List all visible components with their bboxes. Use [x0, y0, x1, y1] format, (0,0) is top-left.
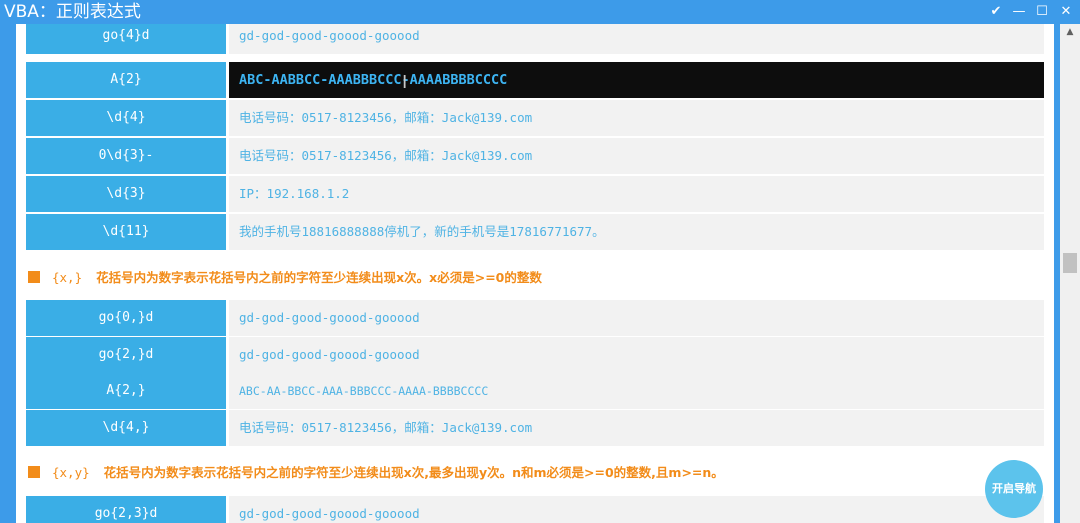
maximize-button[interactable]: ☐ — [1032, 2, 1052, 22]
window-titlebar: VBA：正则表达式 ✔ — ☐ ✕ — [0, 0, 1080, 24]
regex-pattern-cell: \d{3} — [26, 176, 226, 212]
regex-pattern-cell: go{4}d — [26, 24, 226, 54]
sample-text-cell[interactable]: 电话号码：0517-8123456，邮箱：Jack@139.com — [226, 100, 1044, 136]
sample-text-cell[interactable]: 电话号码：0517-8123456，邮箱：Jack@139.com — [226, 410, 1044, 446]
scroll-up-arrow-icon[interactable]: ▲ — [1060, 24, 1080, 40]
section-heading: {x,y} 花括号内为数字表示花括号内之前的字符至少连续出现x次,最多出现y次。n… — [28, 462, 1038, 484]
sample-text-cell[interactable]: 我的手机号18816888888停机了，新的手机号是17816771677。 — [226, 214, 1044, 250]
text-cursor-icon: I — [402, 72, 408, 93]
section-description: 花括号内为数字表示花括号内之前的字符至少连续出现x次,最多出现y次。n和m必须是… — [103, 465, 724, 480]
sample-text-cell[interactable]: gd-god-good-goood-gooood — [226, 300, 1044, 336]
square-bullet-icon — [28, 466, 40, 478]
table-row: go{2,}d gd-god-good-goood-gooood — [26, 337, 1044, 373]
regex-pattern-cell: go{0,}d — [26, 300, 226, 336]
regex-pattern-cell: \d{11} — [26, 214, 226, 250]
content-area: go{4}d gd-god-good-goood-gooood A{2} ABC… — [16, 24, 1054, 523]
sample-text-cell[interactable]: gd-god-good-goood-gooood — [226, 337, 1044, 373]
window-title: VBA：正则表达式 — [4, 2, 141, 22]
section-description: 花括号内为数字表示花括号内之前的字符至少连续出现x次。x必须是>=0的整数 — [96, 270, 542, 285]
table-row: A{2} ABC-AABBCC-AAABBBCCC-AAAABBBBCCCC I — [26, 62, 1044, 98]
regex-pattern-cell: \d{4} — [26, 100, 226, 136]
check-icon[interactable]: ✔ — [986, 2, 1006, 22]
table-row: \d{4,} 电话号码：0517-8123456，邮箱：Jack@139.com — [26, 410, 1044, 446]
regex-pattern-cell: \d{4,} — [26, 410, 226, 446]
vertical-scrollbar[interactable]: ▲ — [1060, 24, 1080, 523]
table-row: go{4}d gd-god-good-goood-gooood — [26, 24, 1044, 54]
table-row: go{2,3}d gd-god-good-goood-gooood — [26, 496, 1044, 523]
section-syntax: {x,} — [52, 270, 83, 285]
sample-text-cell[interactable]: IP：192.168.1.2 — [226, 176, 1044, 212]
regex-pattern-cell: go{2,}d — [26, 337, 226, 373]
sample-text-cell[interactable]: gd-god-good-goood-gooood — [226, 496, 1044, 523]
regex-pattern-cell: A{2} — [26, 62, 226, 98]
table-row: \d{4} 电话号码：0517-8123456，邮箱：Jack@139.com — [26, 100, 1044, 136]
regex-pattern-cell: 0\d{3}- — [26, 138, 226, 174]
square-bullet-icon — [28, 271, 40, 283]
sample-text-cell[interactable]: ABC-AA-BBCC-AAA-BBBCCC-AAAA-BBBBCCCC — [226, 373, 1044, 409]
sample-text-cell[interactable]: gd-god-good-goood-gooood — [226, 24, 1044, 54]
sample-text-cell[interactable]: 电话号码：0517-8123456，邮箱：Jack@139.com — [226, 138, 1044, 174]
minimize-button[interactable]: — — [1009, 2, 1029, 22]
table-row: \d{11} 我的手机号18816888888停机了，新的手机号是1781677… — [26, 214, 1044, 250]
table-row: 0\d{3}- 电话号码：0517-8123456，邮箱：Jack@139.co… — [26, 138, 1044, 174]
sample-text-cell-selected[interactable]: ABC-AABBCC-AAABBBCCC-AAAABBBBCCCC — [226, 62, 1044, 98]
table-row: \d{3} IP：192.168.1.2 — [26, 176, 1044, 212]
open-navigation-button[interactable]: 开启导航 — [985, 460, 1043, 518]
close-button[interactable]: ✕ — [1056, 2, 1076, 22]
regex-pattern-cell: A{2,} — [26, 373, 226, 409]
section-heading: {x,} 花括号内为数字表示花括号内之前的字符至少连续出现x次。x必须是>=0的整… — [28, 267, 1038, 289]
scrollbar-thumb[interactable] — [1063, 253, 1077, 273]
table-row: go{0,}d gd-god-good-goood-gooood — [26, 300, 1044, 336]
section-syntax: {x,y} — [52, 465, 90, 480]
table-row: A{2,} ABC-AA-BBCC-AAA-BBBCCC-AAAA-BBBBCC… — [26, 373, 1044, 409]
regex-pattern-cell: go{2,3}d — [26, 496, 226, 523]
